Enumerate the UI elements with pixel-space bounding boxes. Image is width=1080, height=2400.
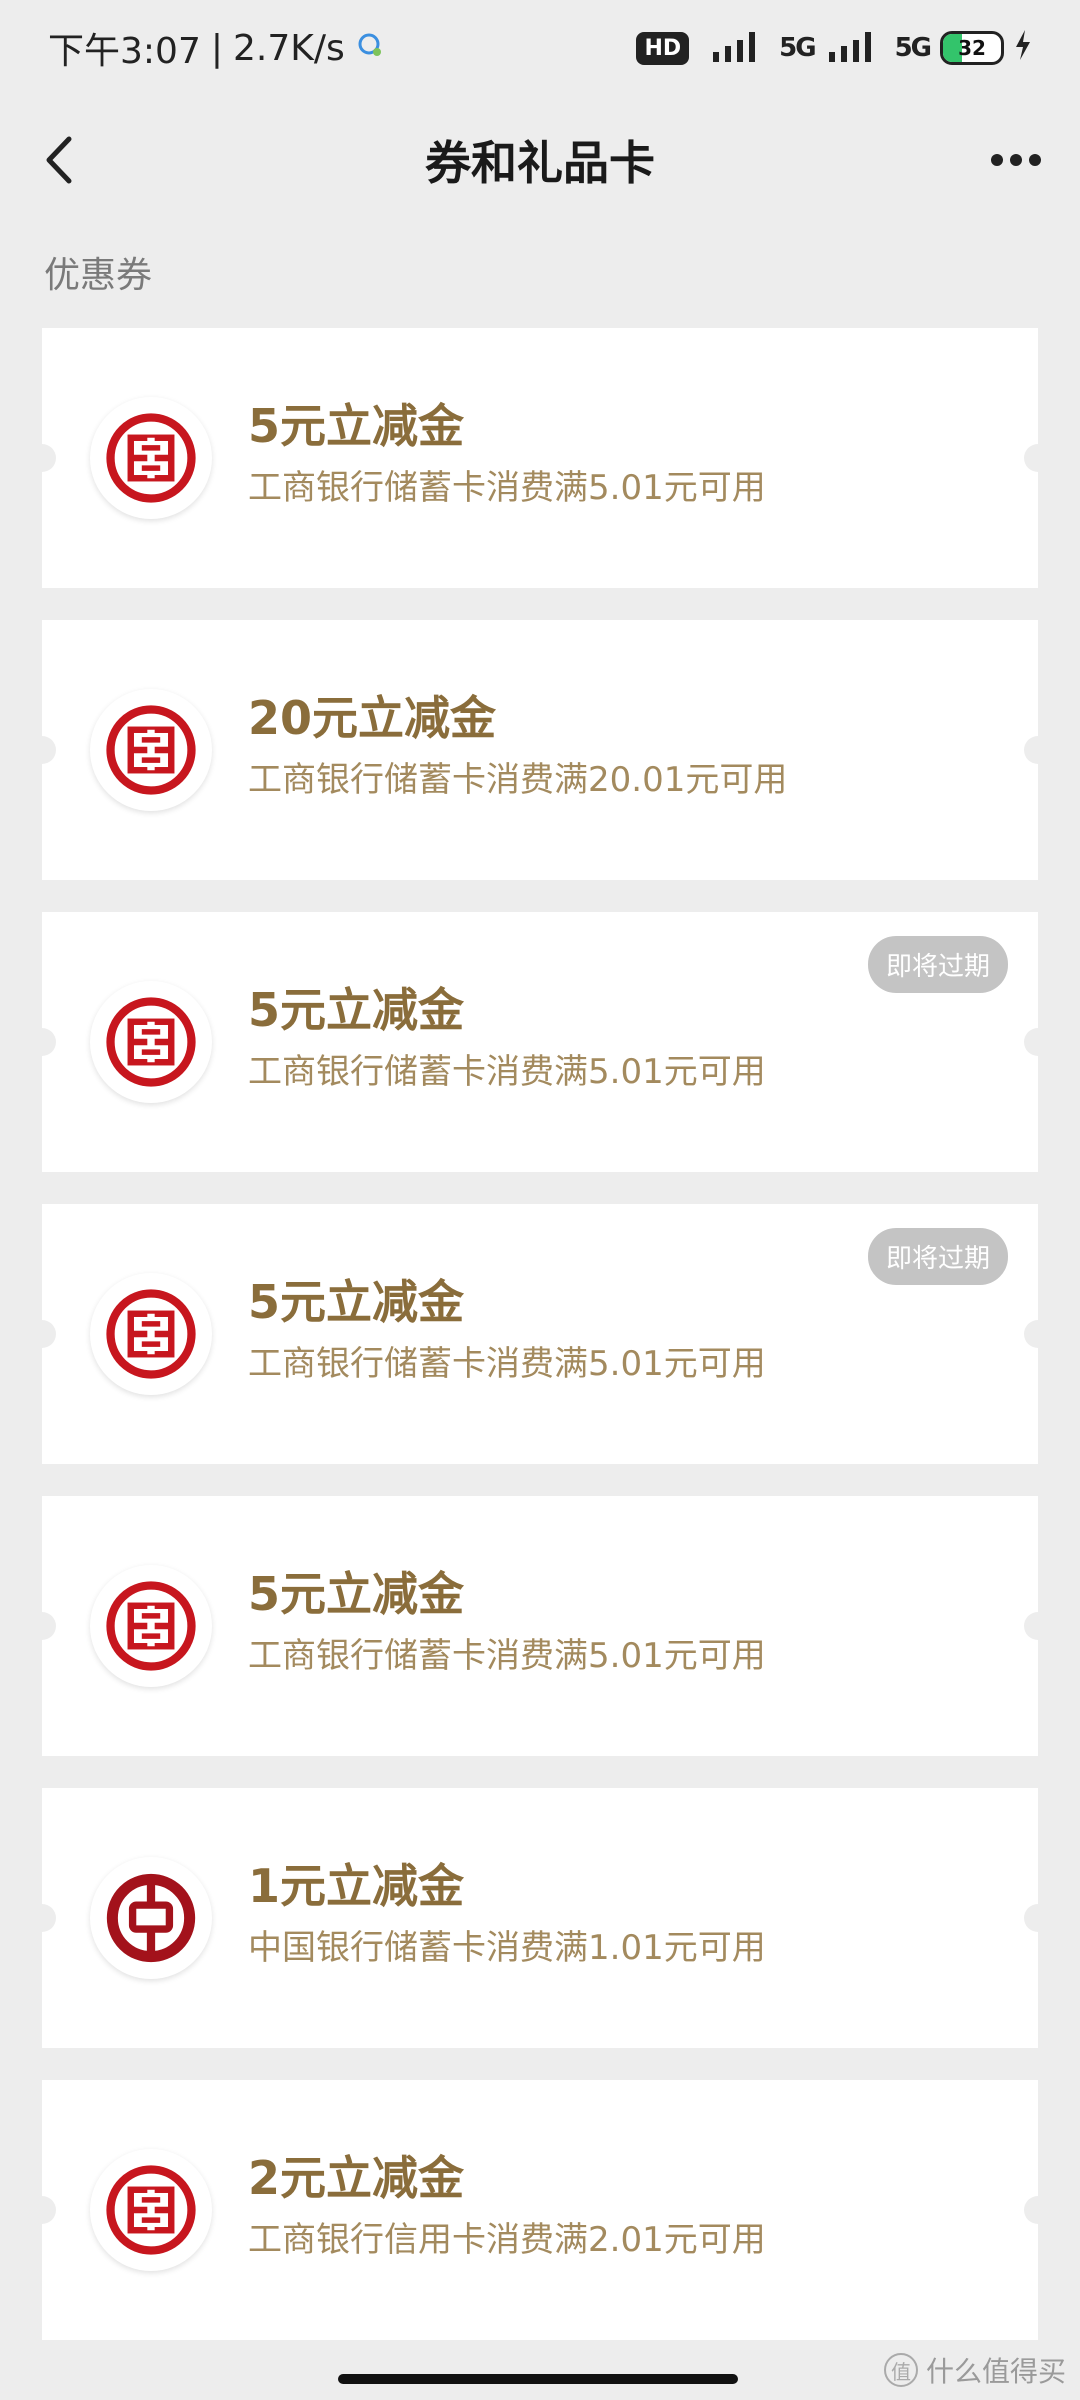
- coupon-text: 1元立减金 中国银行储蓄卡消费满1.01元可用: [248, 1858, 766, 1970]
- status-time: 下午3:07: [48, 31, 201, 72]
- back-button[interactable]: [30, 130, 90, 190]
- more-button[interactable]: [986, 130, 1046, 190]
- status-separator: |: [210, 27, 223, 69]
- charging-icon: [1014, 28, 1032, 69]
- signal-icon-2: [825, 24, 885, 73]
- coupon-text: 2元立减金 工商银行信用卡消费满2.01元可用: [248, 2150, 766, 2262]
- coupon-text: 5元立减金 工商银行储蓄卡消费满5.01元可用: [248, 398, 766, 510]
- coupon-card[interactable]: 1元立减金 中国银行储蓄卡消费满1.01元可用: [28, 1788, 1052, 2048]
- page-title: 券和礼品卡: [425, 136, 655, 190]
- watermark-text: 什么值得买: [925, 2355, 1066, 2388]
- coupon-title: 5元立减金: [248, 1567, 465, 1621]
- ticket-notch: [1024, 1028, 1052, 1056]
- coupon-card[interactable]: 20元立减金 工商银行储蓄卡消费满20.01元可用: [28, 620, 1052, 880]
- ticket-notch: [1024, 1904, 1052, 1932]
- coupon-card[interactable]: 5元立减金 工商银行储蓄卡消费满5.01元可用 即将过期: [28, 1204, 1052, 1464]
- coupon-text: 5元立减金 工商银行储蓄卡消费满5.01元可用: [248, 1274, 766, 1386]
- network-type-2: 5G: [894, 33, 932, 63]
- coupon-description: 工商银行储蓄卡消费满5.01元可用: [248, 1344, 766, 1384]
- icbc-logo-icon: [90, 1565, 212, 1687]
- home-indicator[interactable]: [338, 2374, 738, 2384]
- ticket-notch: [28, 1904, 56, 1932]
- coupon-title: 5元立减金: [248, 983, 465, 1037]
- ticket-notch: [1024, 1320, 1052, 1348]
- ticket-notch: [28, 1320, 56, 1348]
- ticket-notch: [28, 2196, 56, 2224]
- watermark: 值 什么值得买: [883, 2350, 1066, 2390]
- watermark-logo-icon: 值: [883, 2353, 918, 2387]
- coupon-description: 工商银行信用卡消费满2.01元可用: [248, 2220, 766, 2260]
- hd-voice-icon: HD: [636, 31, 690, 65]
- chevron-left-icon: [46, 136, 72, 184]
- ticket-notch: [28, 1028, 56, 1056]
- coupon-description: 工商银行储蓄卡消费满5.01元可用: [248, 1636, 766, 1676]
- coupon-title: 20元立减金: [248, 691, 497, 745]
- battery-level: 32: [958, 36, 986, 60]
- coupon-title: 2元立减金: [248, 2151, 465, 2205]
- more-dots-icon: [991, 154, 1041, 166]
- status-right: HD 5G 5G 32: [636, 24, 1032, 73]
- status-left: 下午3:07 | 2.7K/s: [48, 22, 385, 74]
- coupon-text: 5元立减金 工商银行储蓄卡消费满5.01元可用: [248, 982, 766, 1094]
- coupon-description: 工商银行储蓄卡消费满5.01元可用: [248, 1052, 766, 1092]
- coupon-title: 1元立减金: [248, 1859, 465, 1913]
- status-bar: 下午3:07 | 2.7K/s HD 5G 5G 32: [0, 0, 1080, 96]
- network-type-1: 5G: [779, 33, 816, 63]
- signal-icon: [699, 24, 769, 73]
- section-label-coupons: 优惠券: [44, 255, 153, 296]
- icbc-logo-icon: [90, 1273, 212, 1395]
- coupon-card[interactable]: 5元立减金 工商银行储蓄卡消费满5.01元可用: [28, 1496, 1052, 1756]
- expiring-soon-badge: 即将过期: [867, 936, 1008, 993]
- coupon-card[interactable]: 5元立减金 工商银行储蓄卡消费满5.01元可用 即将过期: [28, 912, 1052, 1172]
- network-speed: 2.7K/s: [232, 27, 345, 69]
- icbc-logo-icon: [90, 689, 212, 811]
- coupon-description: 工商银行储蓄卡消费满5.01元可用: [248, 468, 766, 508]
- coupon-text: 5元立减金 工商银行储蓄卡消费满5.01元可用: [248, 1566, 766, 1678]
- ticket-notch: [1024, 2196, 1052, 2224]
- coupon-description: 工商银行储蓄卡消费满20.01元可用: [248, 760, 788, 800]
- coupon-text: 20元立减金 工商银行储蓄卡消费满20.01元可用: [248, 690, 787, 802]
- coupon-title: 5元立减金: [248, 399, 465, 453]
- icbc-logo-icon: [90, 397, 212, 519]
- icbc-logo-icon: [90, 2149, 212, 2271]
- coupon-list: 5元立减金 工商银行储蓄卡消费满5.01元可用 20元立减金 工商银行储蓄卡消费…: [28, 328, 1052, 2340]
- coupon-title: 5元立减金: [248, 1275, 465, 1329]
- ticket-notch: [1024, 1612, 1052, 1640]
- nav-bar: 券和礼品卡: [0, 110, 1080, 210]
- ticket-notch: [28, 444, 56, 472]
- ticket-notch: [1024, 736, 1052, 764]
- app-notification-icon: [355, 28, 385, 69]
- icbc-logo-icon: [90, 981, 212, 1103]
- coupon-card[interactable]: 5元立减金 工商银行储蓄卡消费满5.01元可用: [28, 328, 1052, 588]
- coupon-description: 中国银行储蓄卡消费满1.01元可用: [248, 1928, 766, 1968]
- coupons-page: 下午3:07 | 2.7K/s HD 5G 5G 32 券和礼品卡 优惠券 5元…: [0, 0, 1080, 2400]
- ticket-notch: [1024, 444, 1052, 472]
- expiring-soon-badge: 即将过期: [867, 1228, 1008, 1285]
- boc-logo-icon: [90, 1857, 212, 1979]
- coupon-card[interactable]: 2元立减金 工商银行信用卡消费满2.01元可用: [28, 2080, 1052, 2340]
- battery-icon: 32: [940, 31, 1004, 65]
- ticket-notch: [28, 1612, 56, 1640]
- ticket-notch: [28, 736, 56, 764]
